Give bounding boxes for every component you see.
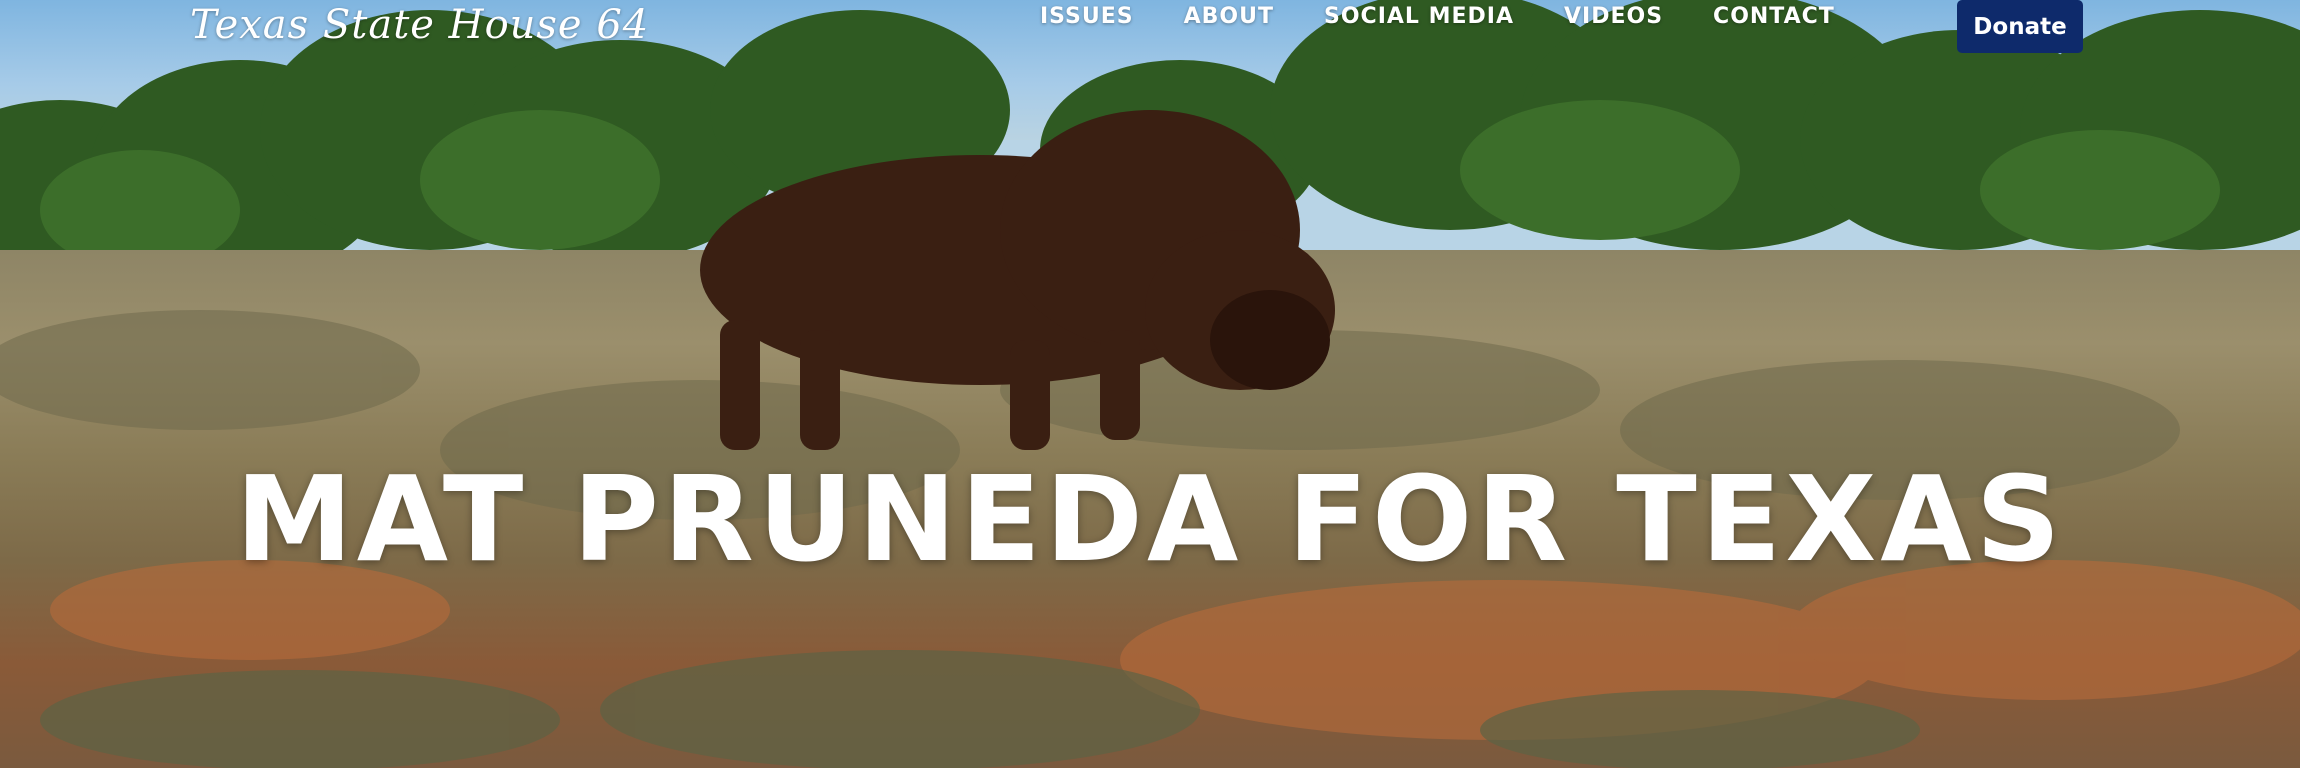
- site-title[interactable]: Texas State House 64: [190, 2, 649, 48]
- top-navigation: Texas State House 64 ISSUES ABOUT SOCIAL…: [0, 0, 2300, 60]
- bison-image: [700, 110, 1335, 450]
- hero-banner: Texas State House 64 ISSUES ABOUT SOCIAL…: [0, 0, 2300, 768]
- nav-about-link[interactable]: ABOUT: [1184, 4, 1274, 29]
- hero-headline: MAT PRUNEDA FOR TEXAS: [235, 450, 2065, 588]
- nav-videos-link[interactable]: VIDEOS: [1564, 4, 1663, 29]
- nav-issues-link[interactable]: ISSUES: [1040, 4, 1134, 29]
- donate-button[interactable]: Donate: [1957, 0, 2083, 53]
- nav-social-media-link[interactable]: SOCIAL MEDIA: [1324, 4, 1514, 29]
- main-menu: ISSUES ABOUT SOCIAL MEDIA VIDEOS CONTACT: [1040, 4, 1835, 29]
- nav-contact-link[interactable]: CONTACT: [1713, 4, 1835, 29]
